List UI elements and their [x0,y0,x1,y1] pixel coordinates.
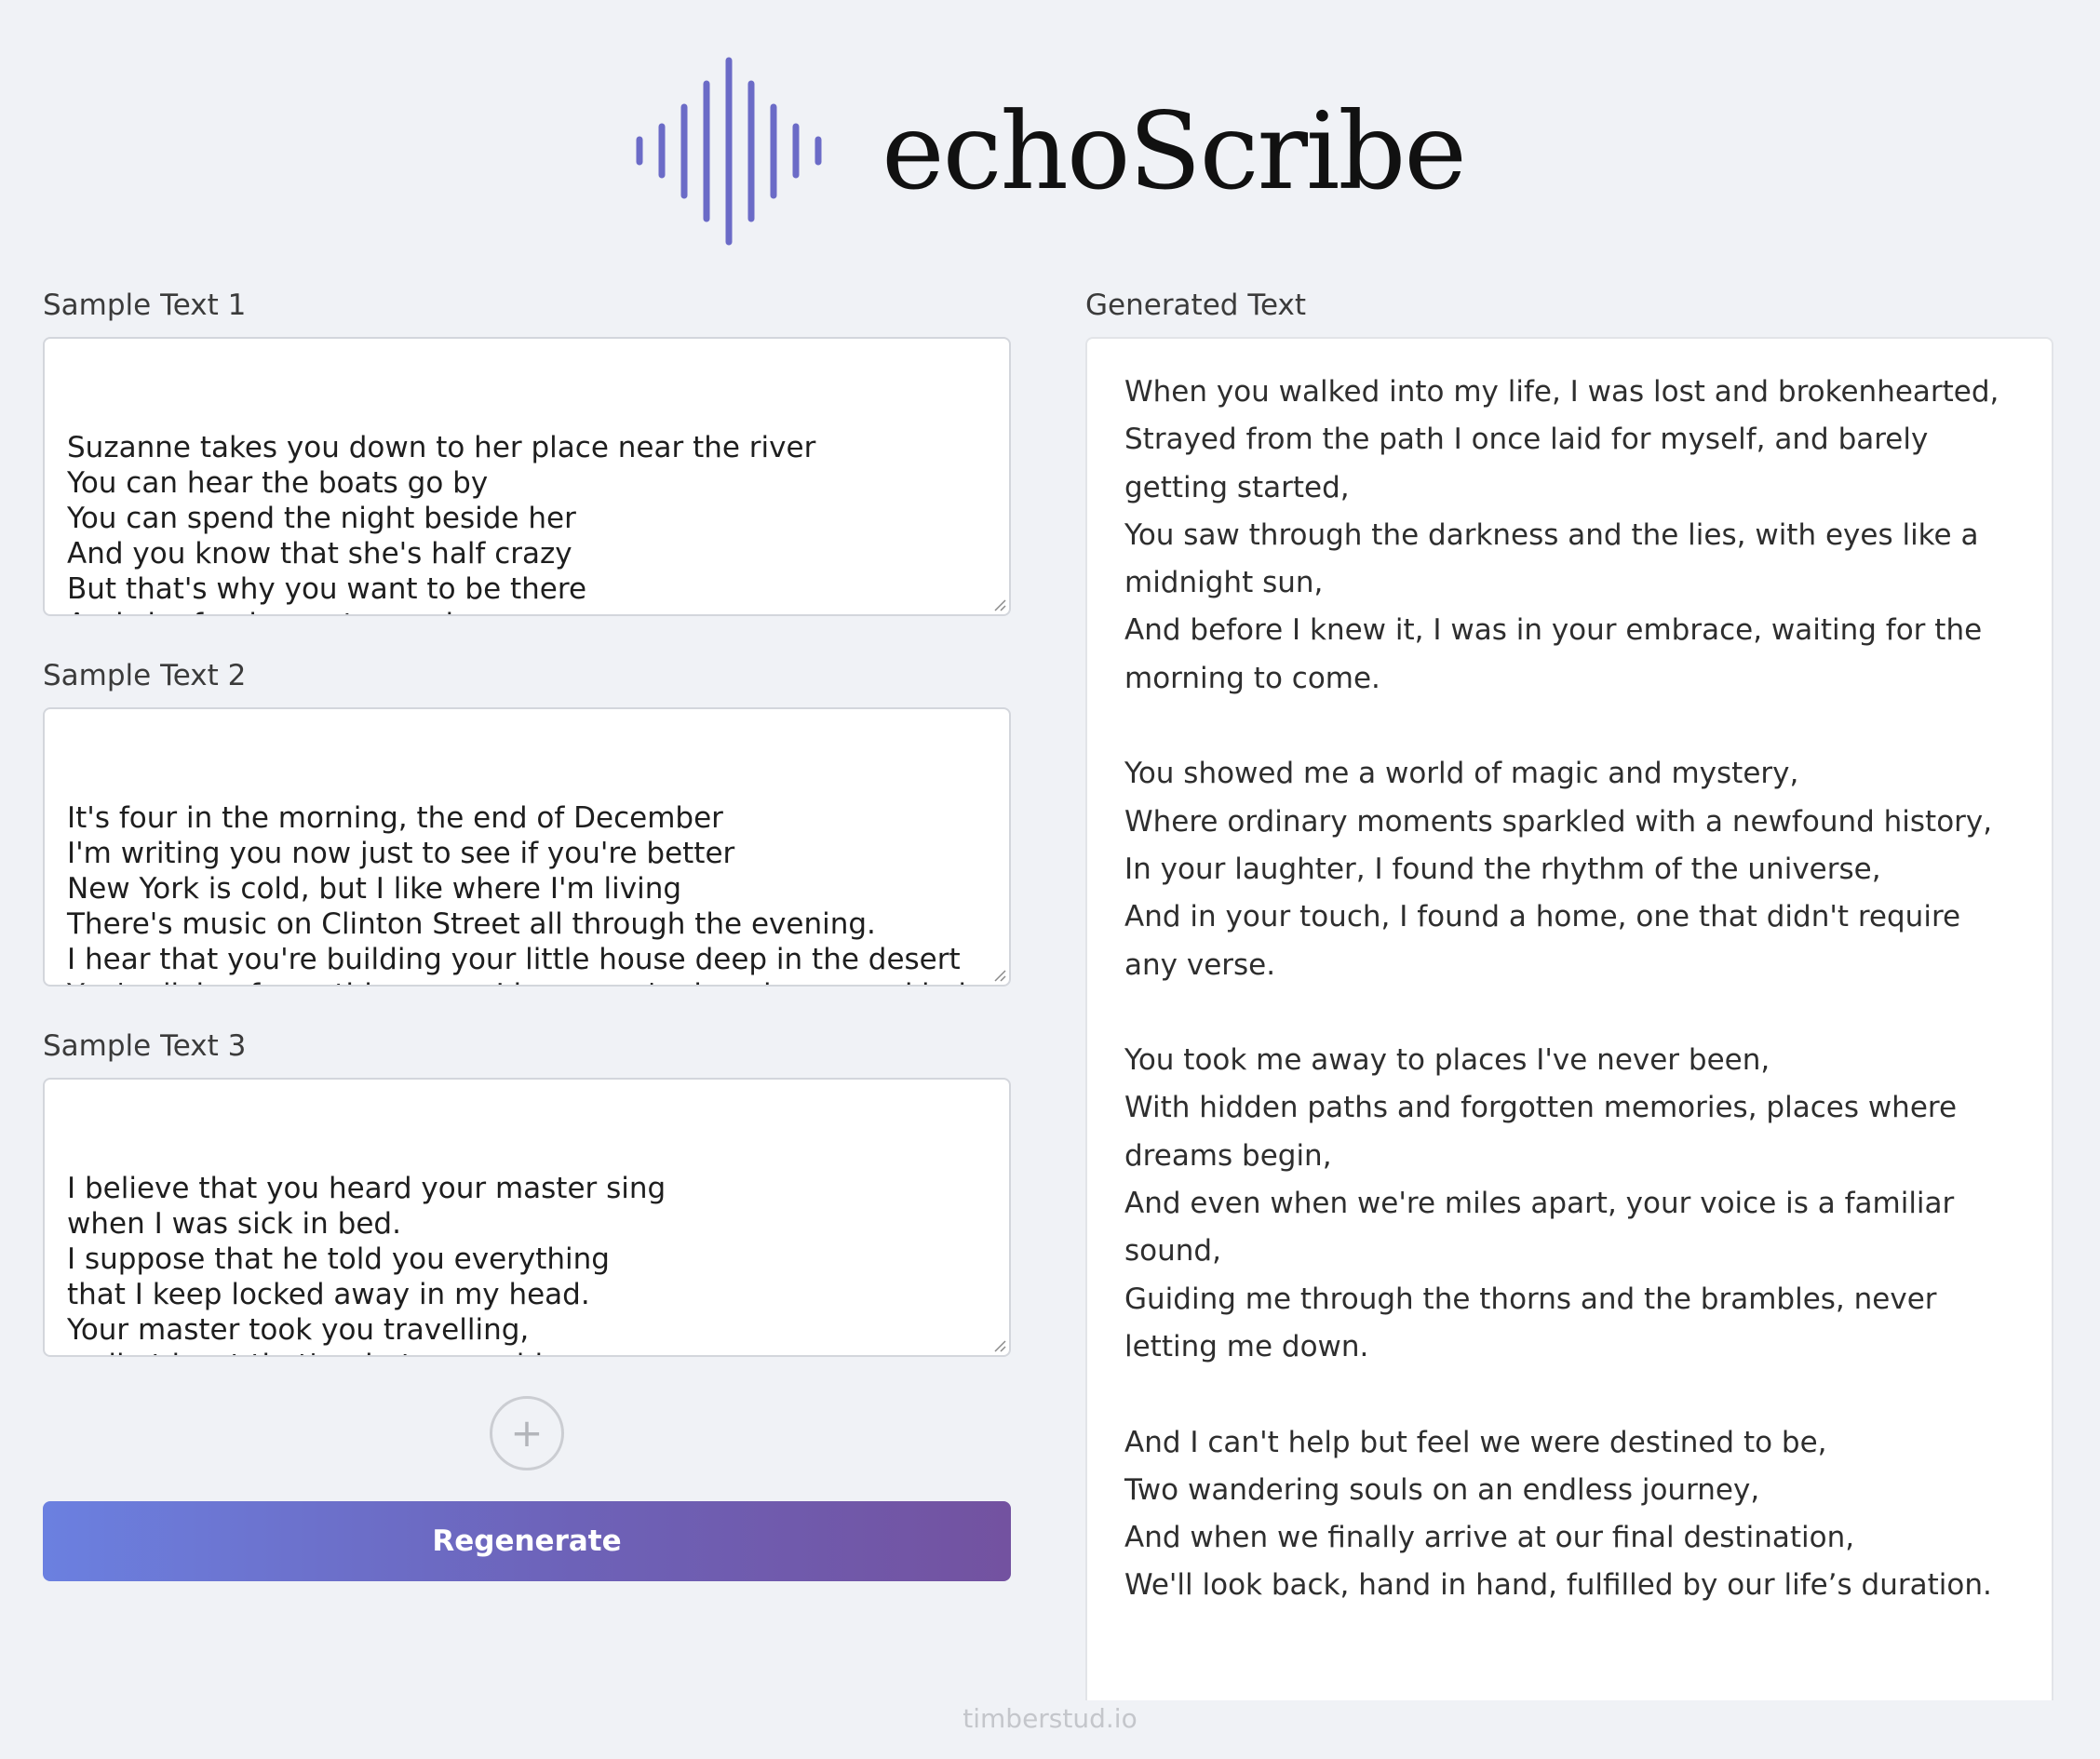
generated-column: Generated Text When you walked into my l… [1085,285,2053,1700]
generated-line: And even when we're miles apart, your vo… [1124,1187,1955,1221]
generated-line: morning to come. [1124,661,1380,695]
brand-title: echoScribe [882,88,1467,213]
add-sample-button[interactable]: + [490,1396,564,1470]
generated-line: midnight sun, [1124,566,1324,600]
generated-line: any verse. [1124,947,1276,982]
sample-3-textarea[interactable]: I believe that you heard your master sin… [43,1078,1011,1357]
generated-line: And when we finally arrive at our final … [1124,1521,1855,1555]
generated-line: You saw through the darkness and the lie… [1124,517,1979,552]
generated-text-panel[interactable]: When you walked into my life, I was lost… [1085,337,2053,1700]
generated-line: Where ordinary moments sparkled with a n… [1124,804,1993,839]
generated-line: And before I knew it, I was in your embr… [1124,613,1983,648]
header: echoScribe [0,51,2100,251]
resize-grip-icon[interactable] [993,598,1006,611]
sample-1-label: Sample Text 1 [43,289,247,322]
sound-wave-icon [636,57,822,246]
generated-line: Two wandering souls on an endless journe… [1124,1472,1760,1507]
generated-line: In your laughter, I found the rhythm of … [1124,852,1881,886]
plus-icon: + [510,1410,544,1456]
sample-2-textarea[interactable]: It's four in the morning, the end of Dec… [43,707,1011,987]
generated-line: And I can't help but feel we were destin… [1124,1425,1827,1459]
sample-2-label: Sample Text 2 [43,659,247,692]
generated-line: With hidden paths and forgotten memories… [1124,1091,1958,1125]
generated-line: sound, [1124,1234,1221,1269]
app-page: echoScribe Sample Text 1 Suzanne takes y… [0,0,2100,1759]
generated-line: getting started, [1124,470,1350,504]
generated-line: dreams begin, [1124,1138,1332,1173]
generated-label: Generated Text [1085,289,1307,322]
sample-2-text: It's four in the morning, the end of Dec… [67,801,966,985]
add-sample-row: + [43,1396,1011,1470]
generated-line: Strayed from the path I once laid for my… [1124,423,1929,457]
resize-grip-icon[interactable] [993,969,1006,982]
regenerate-label: Regenerate [432,1524,622,1558]
generated-line: We'll look back, hand in hand, fulfilled… [1124,1568,1992,1603]
generated-line: When you walked into my life, I was lost… [1124,375,1999,409]
sample-3-text: I believe that you heard your master sin… [67,1172,666,1355]
generated-line: You showed me a world of magic and myste… [1124,757,1799,791]
generated-line: You took me away to places I've never be… [1124,1043,1770,1078]
sample-3-label: Sample Text 3 [43,1029,247,1063]
generated-line [1124,1371,2014,1418]
generated-line: Guiding me through the thorns and the br… [1124,1282,1937,1316]
generated-line: letting me down. [1124,1329,1369,1363]
sample-column: Sample Text 1 Suzanne takes you down to … [43,285,1011,1581]
generated-line: And in your touch, I found a home, one t… [1124,900,1961,934]
sample-1-text: Suzanne takes you down to her place near… [67,431,816,614]
regenerate-button[interactable]: Regenerate [43,1501,1011,1581]
footer-credit[interactable]: timberstud.io [0,1703,2100,1734]
sample-1-textarea[interactable]: Suzanne takes you down to her place near… [43,337,1011,616]
generated-line [1124,703,2014,750]
resize-grip-icon[interactable] [993,1339,1006,1352]
generated-line [1124,989,2014,1037]
